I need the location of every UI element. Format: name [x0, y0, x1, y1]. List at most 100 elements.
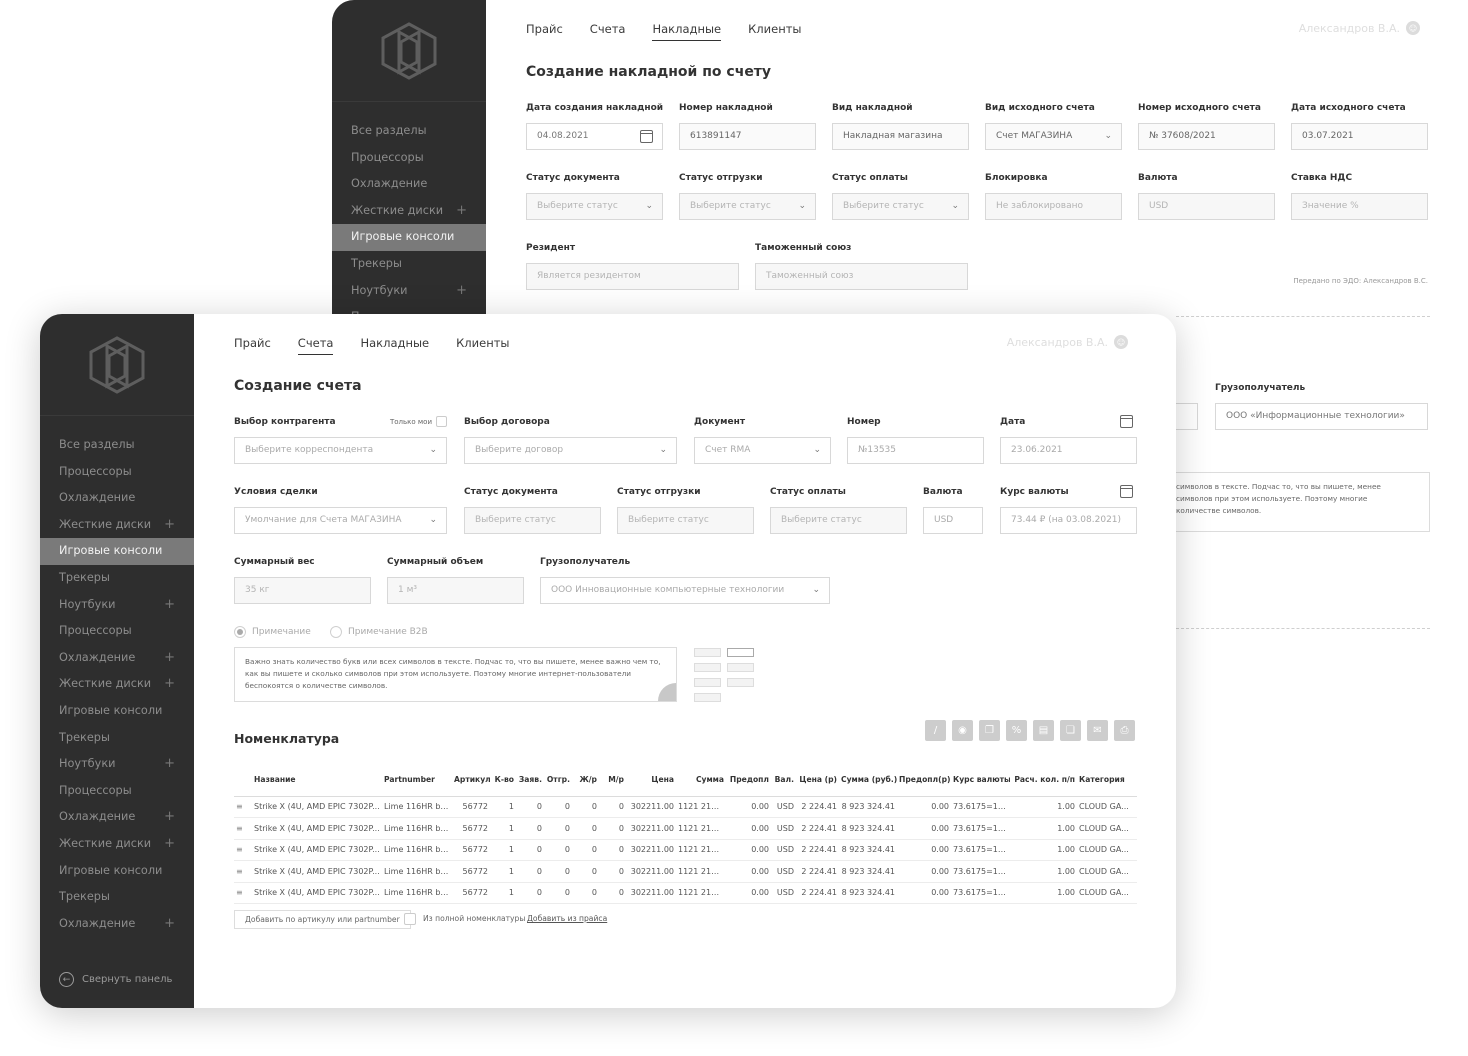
table-row[interactable]: ≡ Strike X (4U, AMD EPIC 7302P... Lime 116… — [234, 796, 1137, 818]
drag-handle-icon[interactable]: ≡ — [234, 817, 252, 840]
vat-rate-field[interactable]: Значение % — [1291, 193, 1428, 220]
waybill-type-field[interactable]: Накладная магазина — [832, 123, 969, 150]
mail-icon[interactable]: ✉ — [1087, 720, 1108, 741]
plus-icon[interactable]: + — [164, 911, 175, 938]
sidebar-item[interactable]: Ноутбуки + — [40, 751, 194, 778]
table-row[interactable]: ≡ Strike X (4U, AMD EPIC 7302P... Lime 116… — [234, 817, 1137, 840]
date-field[interactable]: 04.08.2021 — [526, 123, 663, 150]
column-header[interactable]: Вал. — [771, 764, 796, 797]
column-header[interactable]: Артикул — [452, 764, 490, 797]
column-header[interactable]: Курс валюты — [951, 764, 1010, 797]
counterparty-select[interactable]: Выберите корреспондента ⌄ — [234, 437, 447, 464]
consignee-field-back[interactable]: ООО «Информационные технологии» — [1215, 403, 1428, 430]
sidebar-item[interactable]: Процессоры — [40, 778, 194, 805]
eye-icon[interactable]: ◉ — [952, 720, 973, 741]
sidebar-item[interactable]: Охлаждение + — [40, 911, 194, 938]
deal-terms-select[interactable]: Умолчание для Счета МАГАЗИНА ⌄ — [234, 507, 447, 534]
consignee-select[interactable]: ООО Инновационные компьютерные технологи… — [540, 577, 830, 604]
sidebar-item[interactable]: Трекеры — [332, 251, 486, 278]
source-invoice-number-field[interactable]: № 37608/2021 — [1138, 123, 1275, 150]
blocking-field[interactable]: Не заблокировано — [985, 193, 1122, 220]
sidebar-item[interactable]: Охлаждение — [40, 485, 194, 512]
doc-status-field[interactable]: Выберите статус — [464, 507, 601, 534]
column-header[interactable]: Цена — [626, 764, 676, 797]
note-textarea[interactable]: Важно знать количество букв или всех сим… — [234, 647, 677, 702]
calendar-icon[interactable] — [1120, 485, 1133, 498]
table-row[interactable]: ≡ Strike X (4U, AMD EPIC 7302P... Lime 116… — [234, 860, 1137, 883]
contract-select[interactable]: Выберите договор ⌄ — [464, 437, 677, 464]
only-mine-checkbox[interactable] — [436, 416, 447, 427]
drag-handle-icon[interactable]: ≡ — [234, 882, 252, 904]
tab-invoices[interactable]: Счета — [297, 336, 334, 355]
calendar-icon[interactable] — [640, 130, 653, 143]
column-header[interactable]: Цена (р) — [796, 764, 839, 797]
tab-clients[interactable]: Клиенты — [456, 336, 509, 355]
tab-invoices[interactable]: Счета — [590, 22, 626, 41]
total-volume-field[interactable]: 1 м³ — [387, 577, 524, 604]
tab-price[interactable]: Прайс — [234, 336, 271, 355]
doc-status-select[interactable]: Выберите статус ⌄ — [526, 193, 663, 220]
plus-icon[interactable]: + — [164, 645, 175, 672]
plus-icon[interactable]: + — [164, 592, 175, 619]
resident-field[interactable]: Является резидентом — [526, 263, 739, 290]
sidebar-item[interactable]: Игровые консоли — [40, 858, 194, 885]
customs-union-field[interactable]: Таможенный союз — [755, 263, 968, 290]
number-field[interactable]: №13535 — [847, 437, 984, 464]
sidebar-item-active[interactable]: Игровые консоли — [332, 224, 486, 251]
sidebar-item[interactable]: Процессоры — [40, 459, 194, 486]
column-header[interactable]: Категория — [1077, 764, 1137, 797]
thumbnail[interactable] — [694, 678, 721, 687]
sidebar-item-active[interactable]: Игровые консоли — [40, 538, 194, 565]
column-header[interactable]: Отгр. — [544, 764, 572, 797]
user-menu[interactable]: Александров В.А. ☺ — [1299, 21, 1420, 35]
radio-note-b2b[interactable]: Примечание B2B — [330, 626, 428, 638]
total-weight-field[interactable]: 35 кг — [234, 577, 371, 604]
sidebar-item[interactable]: Жесткие диски + — [332, 198, 486, 225]
currency-field[interactable]: USD — [1138, 193, 1275, 220]
shipment-status-field[interactable]: Выберите статус — [617, 507, 754, 534]
plus-icon[interactable]: + — [164, 512, 175, 539]
sidebar-item[interactable]: Охлаждение + — [40, 645, 194, 672]
thumbnail-active[interactable] — [727, 648, 754, 657]
edit-icon[interactable]: / — [925, 720, 946, 741]
add-by-article-input[interactable]: Добавить по артикулу или partnumber — [234, 910, 411, 929]
sidebar-item[interactable]: Все разделы — [40, 432, 194, 459]
plus-icon[interactable]: + — [164, 671, 175, 698]
plus-icon[interactable]: + — [456, 198, 467, 225]
exchange-rate-field[interactable]: 73.44 ₽ (на 03.08.2021) — [1000, 507, 1137, 534]
resize-handle-icon[interactable] — [658, 683, 676, 701]
column-header[interactable]: К-во — [490, 764, 516, 797]
sidebar-item[interactable]: Жесткие диски + — [40, 671, 194, 698]
thumbnail[interactable] — [727, 678, 754, 687]
document-select[interactable]: Счет RMA ⌄ — [694, 437, 831, 464]
field-fragment[interactable] — [1176, 403, 1198, 430]
sidebar-item[interactable]: Охлаждение + — [40, 804, 194, 831]
drag-handle-icon[interactable]: ≡ — [234, 796, 252, 818]
table-row[interactable]: ≡ Strike X (4U, AMD EPIC 7302P... Lime 116… — [234, 839, 1137, 861]
sidebar-item[interactable]: Трекеры — [40, 565, 194, 592]
plus-icon[interactable]: + — [456, 278, 467, 305]
tab-waybills[interactable]: Накладные — [360, 336, 429, 355]
collapse-panel-button[interactable]: ← Свернуть панель — [59, 972, 172, 987]
user-menu[interactable]: Александров В.А. ☺ — [1007, 335, 1128, 349]
payment-status-select[interactable]: Выберите статус ⌄ — [832, 193, 969, 220]
calendar-icon[interactable] — [1120, 415, 1133, 428]
waybill-number-field[interactable]: 613891147 — [679, 123, 816, 150]
export-icon[interactable]: ▤ — [1033, 720, 1054, 741]
copy-icon[interactable]: ❐ — [979, 720, 1000, 741]
column-header[interactable]: Сумма (руб.) — [839, 764, 897, 797]
thumbnail[interactable] — [694, 693, 721, 702]
column-header[interactable]: Сумма — [676, 764, 726, 797]
sidebar-item[interactable]: Процессоры — [332, 145, 486, 172]
plus-icon[interactable]: + — [164, 751, 175, 778]
sidebar-item[interactable]: Жесткие диски + — [40, 512, 194, 539]
percent-icon[interactable]: % — [1006, 720, 1027, 741]
thumbnail[interactable] — [694, 648, 721, 657]
column-header[interactable]: Предопл — [726, 764, 771, 797]
sidebar-item[interactable]: Все разделы — [332, 118, 486, 145]
column-header[interactable]: М/р — [599, 764, 626, 797]
sidebar-item[interactable]: Жесткие диски + — [40, 831, 194, 858]
add-from-price-link[interactable]: Добавить из прайса — [527, 914, 607, 923]
tab-price[interactable]: Прайс — [526, 22, 563, 41]
table-row[interactable]: ≡ Strike X (4U, AMD EPIC 7302P... Lime 116… — [234, 882, 1137, 904]
